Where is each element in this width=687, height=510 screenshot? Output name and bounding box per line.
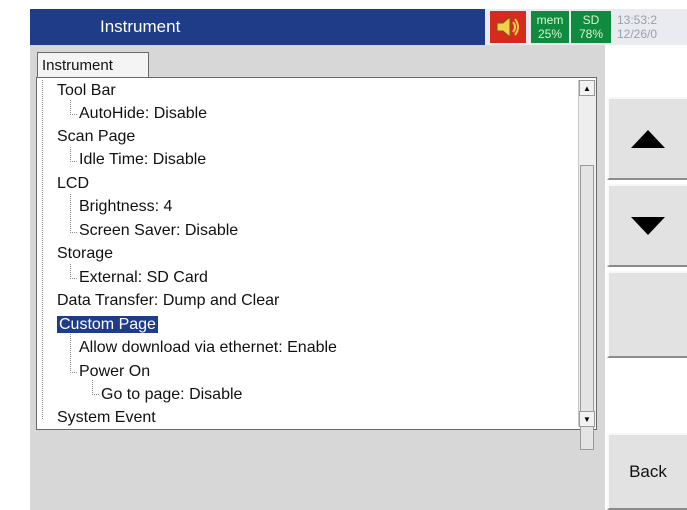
scroll-down-button[interactable]: ▼ [579, 411, 595, 427]
tree-scrollbar[interactable]: ▲ ▼ [578, 80, 596, 450]
tree-item[interactable]: Scan Page [57, 127, 135, 147]
tab-label: Instrument [42, 57, 113, 74]
tree-item[interactable]: Power On [79, 362, 150, 382]
tree-item-selected[interactable]: Custom Page [57, 315, 158, 335]
tree-connector [42, 80, 44, 419]
tree-connector [70, 147, 77, 162]
clock-time: 13:53:2 [617, 13, 658, 27]
tree-item-label: Screen Saver: Disable [79, 222, 239, 239]
settings-tree: Tool Bar AutoHide: Disable Scan Page Idl… [36, 77, 597, 430]
tree-item[interactable]: LCD [57, 174, 89, 194]
tree-connector [70, 194, 77, 233]
tree-item-label: Allow download via ethernet: Enable [79, 339, 337, 356]
tree-item-label: Idle Time: Disable [79, 151, 207, 168]
tab-instrument[interactable]: Instrument [37, 52, 149, 78]
tree-item-label: Custom Page [57, 316, 158, 333]
sd-label: SD [582, 13, 600, 27]
tree-item-label: External: SD Card [79, 269, 208, 286]
tree-item-label: Power On [79, 363, 151, 380]
up-button[interactable] [607, 97, 687, 180]
tree-item[interactable]: Idle Time: Disable [79, 150, 206, 170]
tree-item[interactable]: AutoHide: Disable [79, 104, 207, 124]
tree-item-label: LCD [57, 175, 90, 192]
speaker-icon[interactable] [490, 11, 526, 43]
tree-item[interactable]: External: SD Card [79, 268, 208, 288]
instrument-screen: Instrument mem 25% SD 78% 13:53:2 12/26/… [0, 0, 687, 510]
tree-item-label: System Event [57, 409, 156, 426]
title-bar: Instrument [30, 9, 485, 45]
tree-item-label: Data Transfer: Dump and Clear [57, 292, 280, 309]
tree-item-label: Go to page: Disable [101, 386, 243, 403]
sd-value: 78% [578, 27, 604, 41]
tree-connector [70, 334, 77, 373]
mem-value: 25% [537, 27, 563, 41]
tree-item[interactable]: Go to page: Disable [101, 385, 242, 405]
tree-item[interactable]: Screen Saver: Disable [79, 221, 238, 241]
scroll-up-icon: ▲ [583, 83, 591, 93]
back-button[interactable]: Back [607, 433, 687, 510]
tree-item[interactable]: System Event [57, 408, 156, 428]
page-title: Instrument [100, 17, 181, 36]
speaker-glyph [496, 15, 519, 39]
tree-item-label: Brightness: 4 [79, 198, 173, 215]
tree-item-label: Tool Bar [57, 82, 116, 99]
back-label: Back [629, 461, 667, 481]
clock: 13:53:2 12/26/0 [617, 11, 687, 43]
memory-indicator: mem 25% [531, 11, 569, 43]
sd-indicator: SD 78% [571, 11, 611, 43]
clock-date: 12/26/0 [617, 27, 658, 41]
tree-connector [70, 100, 77, 115]
left-bezel [0, 0, 30, 510]
scroll-thumb[interactable] [580, 165, 594, 450]
tree-item-label: Storage [57, 245, 114, 262]
tree-connector [92, 380, 99, 395]
scroll-up-button[interactable]: ▲ [579, 80, 595, 96]
tree-item[interactable]: Storage [57, 244, 113, 264]
tree-item[interactable]: Data Transfer: Dump and Clear [57, 291, 279, 311]
tree-item[interactable]: Tool Bar [57, 81, 116, 101]
tree-item-label: Scan Page [57, 128, 136, 145]
blank-button[interactable] [607, 271, 687, 358]
tree-connector [70, 264, 77, 279]
tree-item[interactable]: Brightness: 4 [79, 197, 172, 217]
scroll-down-icon: ▼ [583, 414, 591, 424]
arrow-up-icon [631, 129, 665, 148]
tree-item[interactable]: Allow download via ethernet: Enable [79, 338, 337, 358]
down-button[interactable] [607, 184, 687, 267]
arrow-down-icon [631, 216, 665, 235]
tree-item-label: AutoHide: Disable [79, 105, 208, 122]
mem-label: mem [536, 13, 564, 27]
